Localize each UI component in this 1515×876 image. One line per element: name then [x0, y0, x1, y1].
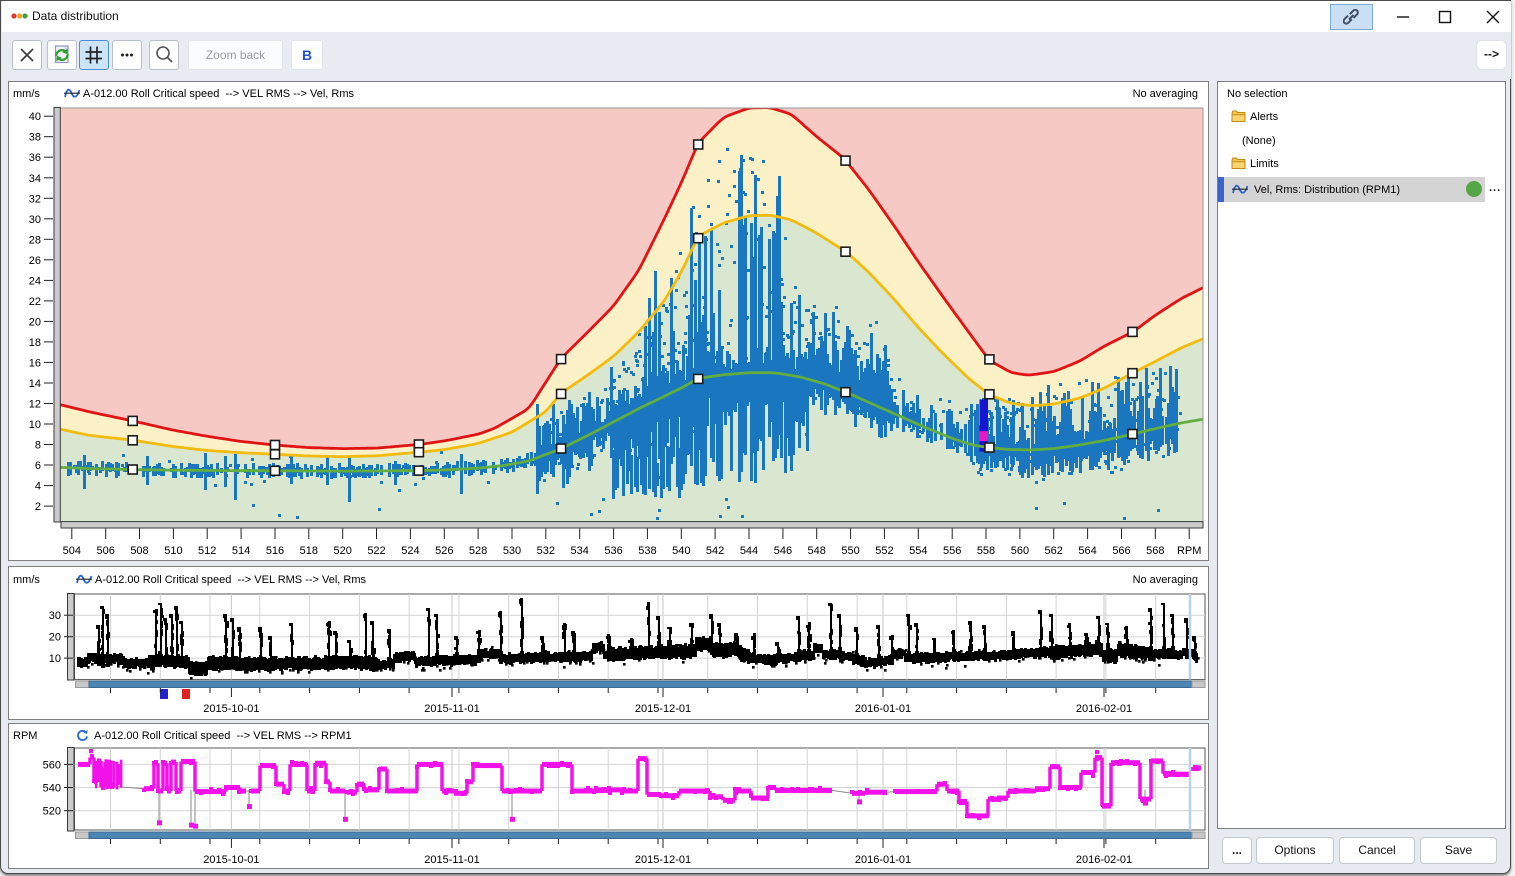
- svg-text:564: 564: [1078, 545, 1096, 557]
- svg-text:550: 550: [841, 545, 859, 557]
- svg-text:2015-11-01: 2015-11-01: [424, 854, 479, 866]
- svg-text:28: 28: [29, 234, 41, 246]
- svg-text:10: 10: [29, 419, 41, 431]
- svg-text:562: 562: [1045, 545, 1063, 557]
- svg-text:512: 512: [198, 545, 216, 557]
- svg-text:560: 560: [43, 759, 61, 771]
- svg-text:542: 542: [706, 545, 724, 557]
- svg-text:2015-12-01: 2015-12-01: [635, 703, 691, 715]
- svg-text:514: 514: [232, 545, 250, 557]
- svg-text:RPM: RPM: [1177, 545, 1201, 557]
- svg-text:24: 24: [29, 275, 41, 287]
- svg-text:22: 22: [29, 296, 41, 308]
- svg-text:14: 14: [29, 378, 41, 390]
- svg-text:524: 524: [401, 545, 419, 557]
- svg-text:532: 532: [537, 545, 555, 557]
- svg-text:6: 6: [35, 460, 41, 472]
- svg-text:544: 544: [740, 545, 758, 557]
- svg-text:560: 560: [1011, 545, 1029, 557]
- svg-text:8: 8: [35, 440, 41, 452]
- svg-text:36: 36: [29, 152, 41, 164]
- svg-text:536: 536: [604, 545, 622, 557]
- svg-text:34: 34: [29, 173, 41, 185]
- svg-text:504: 504: [63, 545, 81, 557]
- svg-text:20: 20: [49, 632, 61, 644]
- svg-text:16: 16: [29, 357, 41, 369]
- svg-text:506: 506: [97, 545, 115, 557]
- svg-text:546: 546: [774, 545, 792, 557]
- svg-text:556: 556: [943, 545, 961, 557]
- svg-text:30: 30: [49, 610, 61, 622]
- svg-text:522: 522: [367, 545, 385, 557]
- svg-text:520: 520: [334, 545, 352, 557]
- svg-text:2015-12-01: 2015-12-01: [635, 854, 691, 866]
- svg-text:518: 518: [300, 545, 318, 557]
- svg-text:18: 18: [29, 337, 41, 349]
- svg-text:40: 40: [29, 111, 41, 123]
- svg-text:508: 508: [130, 545, 148, 557]
- svg-text:540: 540: [672, 545, 690, 557]
- svg-text:528: 528: [469, 545, 487, 557]
- svg-text:558: 558: [977, 545, 995, 557]
- svg-text:530: 530: [503, 545, 521, 557]
- svg-text:2015-10-01: 2015-10-01: [203, 703, 259, 715]
- svg-text:12: 12: [29, 399, 41, 411]
- svg-text:2016-01-01: 2016-01-01: [855, 854, 911, 866]
- svg-text:4: 4: [35, 481, 41, 493]
- svg-text:568: 568: [1146, 545, 1164, 557]
- svg-text:534: 534: [571, 545, 589, 557]
- svg-text:520: 520: [43, 806, 61, 818]
- svg-text:510: 510: [164, 545, 182, 557]
- svg-text:540: 540: [43, 783, 61, 795]
- svg-text:548: 548: [808, 545, 826, 557]
- svg-text:10: 10: [49, 653, 61, 665]
- svg-text:526: 526: [435, 545, 453, 557]
- svg-text:2016-01-01: 2016-01-01: [855, 703, 911, 715]
- svg-text:2016-02-01: 2016-02-01: [1076, 703, 1132, 715]
- svg-text:2016-02-01: 2016-02-01: [1076, 854, 1132, 866]
- svg-text:20: 20: [29, 316, 41, 328]
- svg-text:554: 554: [909, 545, 927, 557]
- svg-text:2: 2: [35, 501, 41, 513]
- svg-text:26: 26: [29, 255, 41, 267]
- svg-text:538: 538: [638, 545, 656, 557]
- svg-text:552: 552: [875, 545, 893, 557]
- svg-text:30: 30: [29, 214, 41, 226]
- svg-text:516: 516: [266, 545, 284, 557]
- svg-text:566: 566: [1112, 545, 1130, 557]
- svg-text:38: 38: [29, 132, 41, 144]
- svg-text:32: 32: [29, 193, 41, 205]
- svg-text:2015-10-01: 2015-10-01: [203, 854, 259, 866]
- svg-text:2015-11-01: 2015-11-01: [424, 703, 479, 715]
